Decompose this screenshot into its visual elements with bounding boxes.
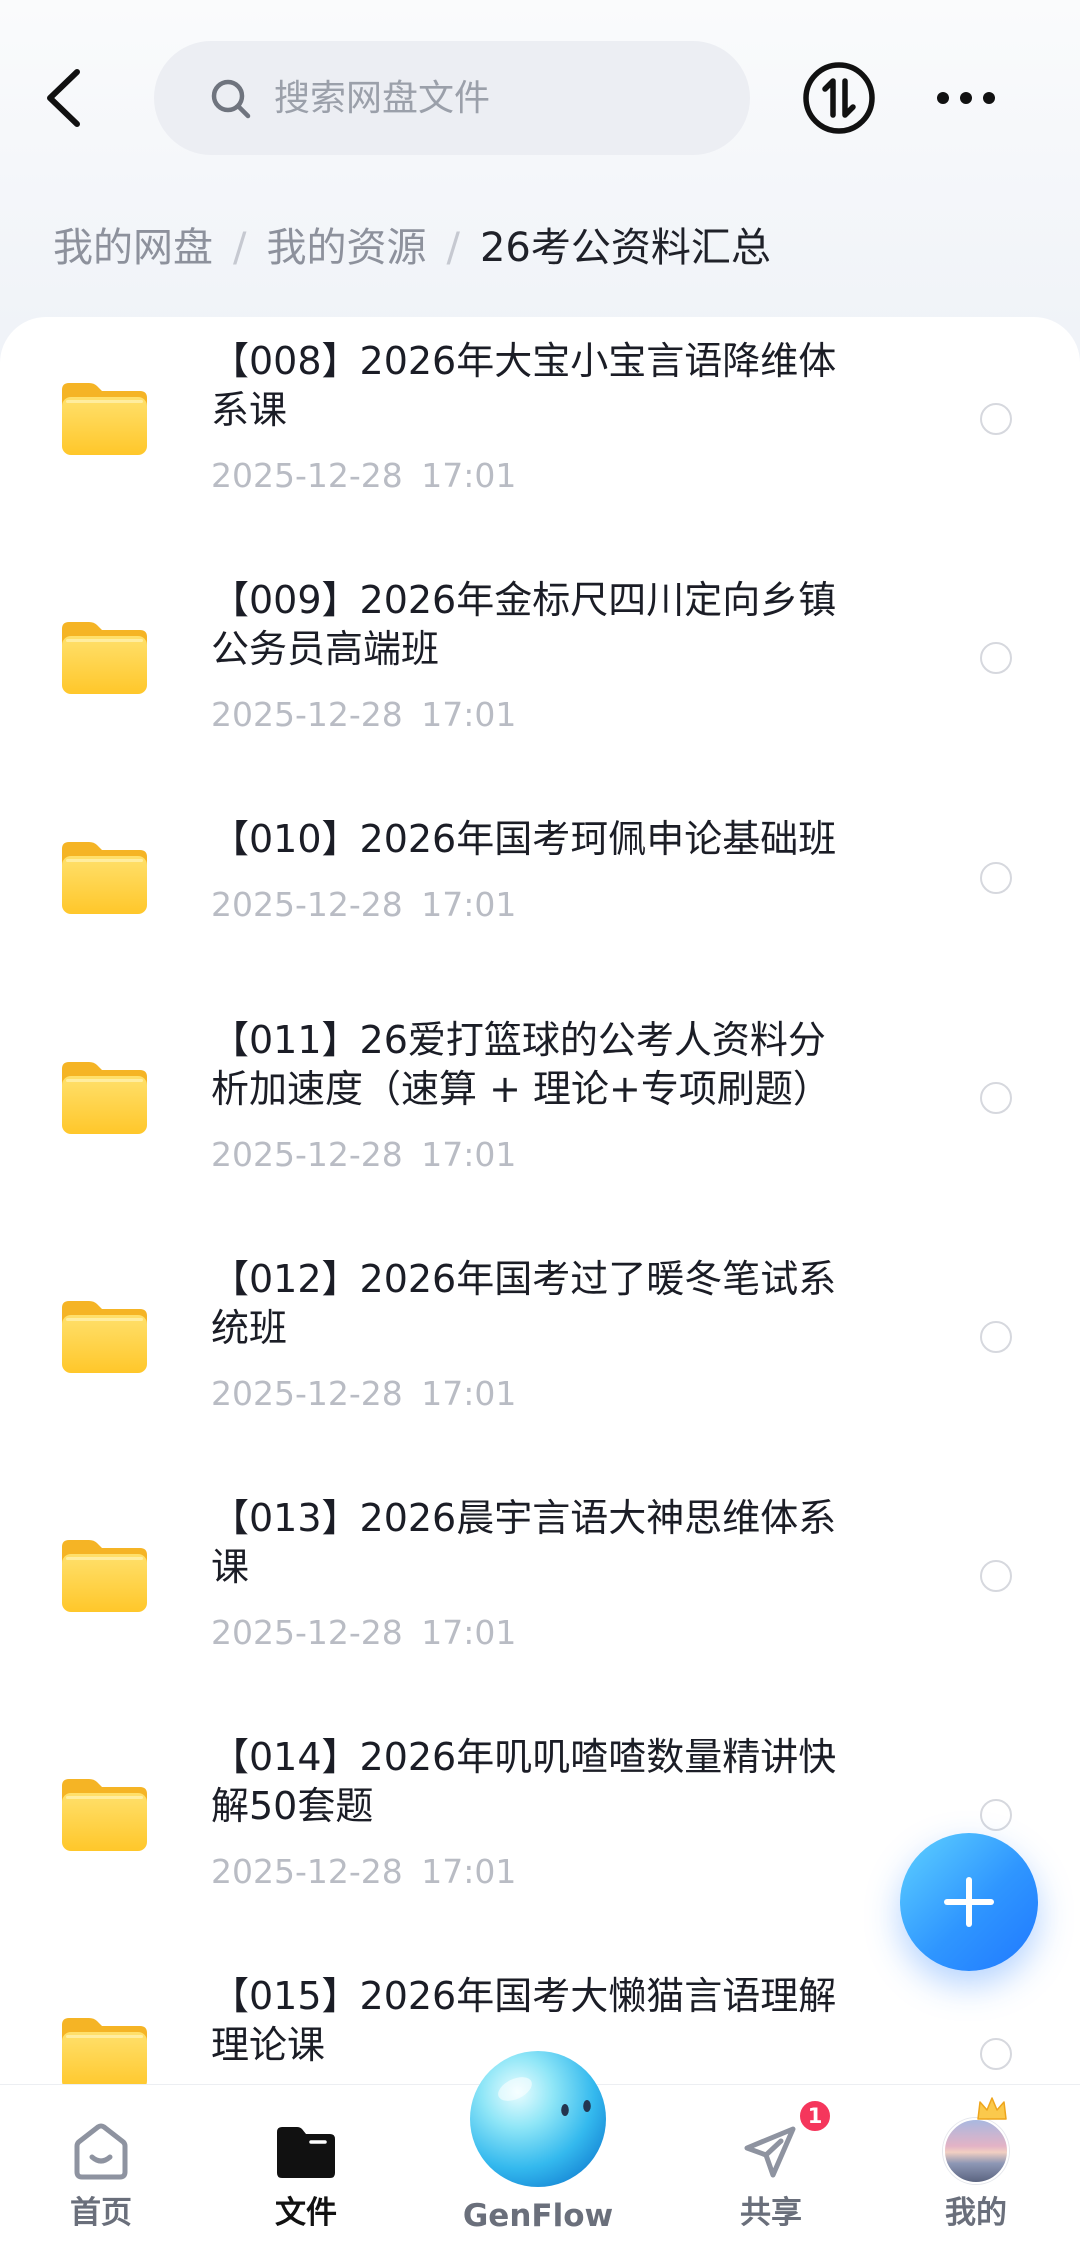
folder-modified-date: 2025-12-28 17:01: [211, 1613, 517, 1652]
transfer-button[interactable]: [802, 61, 876, 135]
folder-info: 【013】2026晨宇言语大神思维体系 课 2025-12-28 17:01: [211, 1456, 836, 1695]
folder-icon: [62, 1540, 147, 1612]
transfer-icon: [803, 62, 875, 134]
more-icon: [937, 92, 995, 104]
search-input[interactable]: [274, 41, 714, 155]
folder-title: 系课: [211, 388, 288, 432]
select-radio[interactable]: [980, 2037, 1012, 2070]
folder-info: 【008】2026年大宝小宝言语降维体 系课 2025-12-28 17:01: [211, 317, 836, 538]
select-radio[interactable]: [980, 861, 1012, 894]
folder-title: 【010】2026年国考珂佩申论基础班: [211, 817, 837, 861]
select-radio[interactable]: [980, 641, 1012, 674]
nav-home-label[interactable]: 首页: [1, 2193, 201, 2233]
more-button[interactable]: [930, 84, 1002, 112]
breadcrumb-separator: /: [233, 225, 247, 271]
breadcrumb-separator: /: [446, 225, 460, 271]
nav-files-label[interactable]: 文件: [206, 2193, 406, 2233]
folder-info: 【014】2026年叽叽喳喳数量精讲快 解50套题 2025-12-28 17:…: [211, 1695, 836, 1934]
folder-info: 【010】2026年国考珂佩申论基础班 2025-12-28 17:01: [211, 777, 836, 978]
nav-me-label[interactable]: 我的: [876, 2193, 1076, 2233]
folder-info: 【011】26爱打篮球的公考人资料分 析加速度（速算 + 理论+专项刷题） 20…: [211, 978, 831, 1217]
select-radio[interactable]: [980, 1559, 1012, 1592]
back-button[interactable]: [40, 66, 90, 130]
folder-row[interactable]: 【010】2026年国考珂佩申论基础班 2025-12-28 17:01: [0, 777, 1080, 978]
folder-modified-date: 2025-12-28 17:01: [211, 1852, 517, 1891]
folder-modified-date: 2025-12-28 17:01: [211, 1135, 517, 1174]
folder-icon: [62, 842, 147, 914]
folder-icon: [62, 2018, 147, 2090]
paper-plane-icon: [744, 2126, 796, 2178]
folder-title: 【009】2026年金标尺四川定向乡镇: [211, 578, 837, 622]
search-icon: [211, 79, 251, 119]
breadcrumb-item-current: 26考公资料汇总: [479, 225, 771, 271]
select-radio[interactable]: [980, 1798, 1012, 1831]
nav-files-button[interactable]: [273, 2123, 339, 2181]
folder-title: 【015】2026年国考大懒猫言语理解: [211, 1974, 837, 2018]
folder-title: 【012】2026年国考过了暖冬笔试系: [211, 1257, 837, 1301]
nav-genflow-button[interactable]: [468, 2049, 608, 2189]
folder-row[interactable]: 【009】2026年金标尺四川定向乡镇 公务员高端班 2025-12-28 17…: [0, 538, 1080, 777]
folder-icon: [62, 1301, 147, 1373]
folder-modified-date: 2025-12-28 17:01: [211, 456, 517, 495]
select-radio[interactable]: [980, 1320, 1012, 1353]
folder-icon: [62, 1062, 147, 1134]
folder-row[interactable]: 【013】2026晨宇言语大神思维体系 课 2025-12-28 17:01: [0, 1456, 1080, 1695]
plus-icon: [944, 1877, 994, 1927]
folder-row[interactable]: 【011】26爱打篮球的公考人资料分 析加速度（速算 + 理论+专项刷题） 20…: [0, 978, 1080, 1217]
folder-row[interactable]: 【012】2026年国考过了暖冬笔试系 统班 2025-12-28 17:01: [0, 1217, 1080, 1456]
breadcrumb-item-my-resources[interactable]: 我的资源: [266, 222, 426, 274]
genflow-orb-icon: [470, 2051, 606, 2187]
folder-info: 【012】2026年国考过了暖冬笔试系 统班 2025-12-28 17:01: [211, 1217, 836, 1456]
folder-modified-date: 2025-12-28 17:01: [211, 1374, 517, 1413]
folder-row[interactable]: 【008】2026年大宝小宝言语降维体 系课 2025-12-28 17:01: [0, 317, 1080, 538]
bottom-nav: 首页 文件 GenFlow 1 共享 我的: [0, 2051, 1080, 2262]
nav-genflow-label[interactable]: GenFlow: [438, 2196, 638, 2236]
select-radio[interactable]: [980, 1081, 1012, 1114]
folder-icon: [277, 2127, 335, 2178]
breadcrumb-item-my-drive[interactable]: 我的网盘: [53, 222, 213, 274]
file-list-panel: 【008】2026年大宝小宝言语降维体 系课 2025-12-28 17:01 …: [0, 317, 1080, 2262]
avatar[interactable]: [943, 2118, 1009, 2184]
crown-icon: [977, 2097, 1007, 2120]
breadcrumb: 我的网盘 / 我的资源 / 26考公资料汇总: [53, 222, 771, 274]
home-icon: [74, 2123, 128, 2180]
search-bar[interactable]: [154, 41, 750, 155]
folder-title: 课: [211, 1545, 250, 1589]
folder-title: 统班: [211, 1306, 288, 1350]
nav-share-label[interactable]: 共享: [671, 2193, 871, 2233]
back-arrow-icon: [47, 69, 80, 127]
folder-icon: [62, 622, 147, 694]
folder-title: 【011】26爱打篮球的公考人资料分: [211, 1018, 826, 1062]
share-badge: 1: [797, 2098, 833, 2134]
folder-title: 解50套题: [211, 1784, 374, 1828]
folder-title: 【013】2026晨宇言语大神思维体系: [211, 1496, 837, 1540]
folder-title: 【014】2026年叽叽喳喳数量精讲快: [211, 1735, 837, 1779]
folder-modified-date: 2025-12-28 17:01: [211, 695, 517, 734]
folder-title: 析加速度（速算 + 理论+专项刷题）: [211, 1067, 831, 1111]
folder-info: 【009】2026年金标尺四川定向乡镇 公务员高端班 2025-12-28 17…: [211, 538, 836, 777]
folder-modified-date: 2025-12-28 17:01: [211, 885, 517, 924]
nav-share-button[interactable]: [739, 2121, 801, 2183]
folder-title: 公务员高端班: [211, 627, 440, 671]
folder-icon: [62, 1779, 147, 1851]
add-button[interactable]: [900, 1833, 1038, 1971]
nav-home-button[interactable]: [67, 2119, 135, 2183]
select-radio[interactable]: [980, 402, 1012, 435]
folder-icon: [62, 383, 147, 455]
folder-title: 【008】2026年大宝小宝言语降维体: [211, 339, 837, 383]
